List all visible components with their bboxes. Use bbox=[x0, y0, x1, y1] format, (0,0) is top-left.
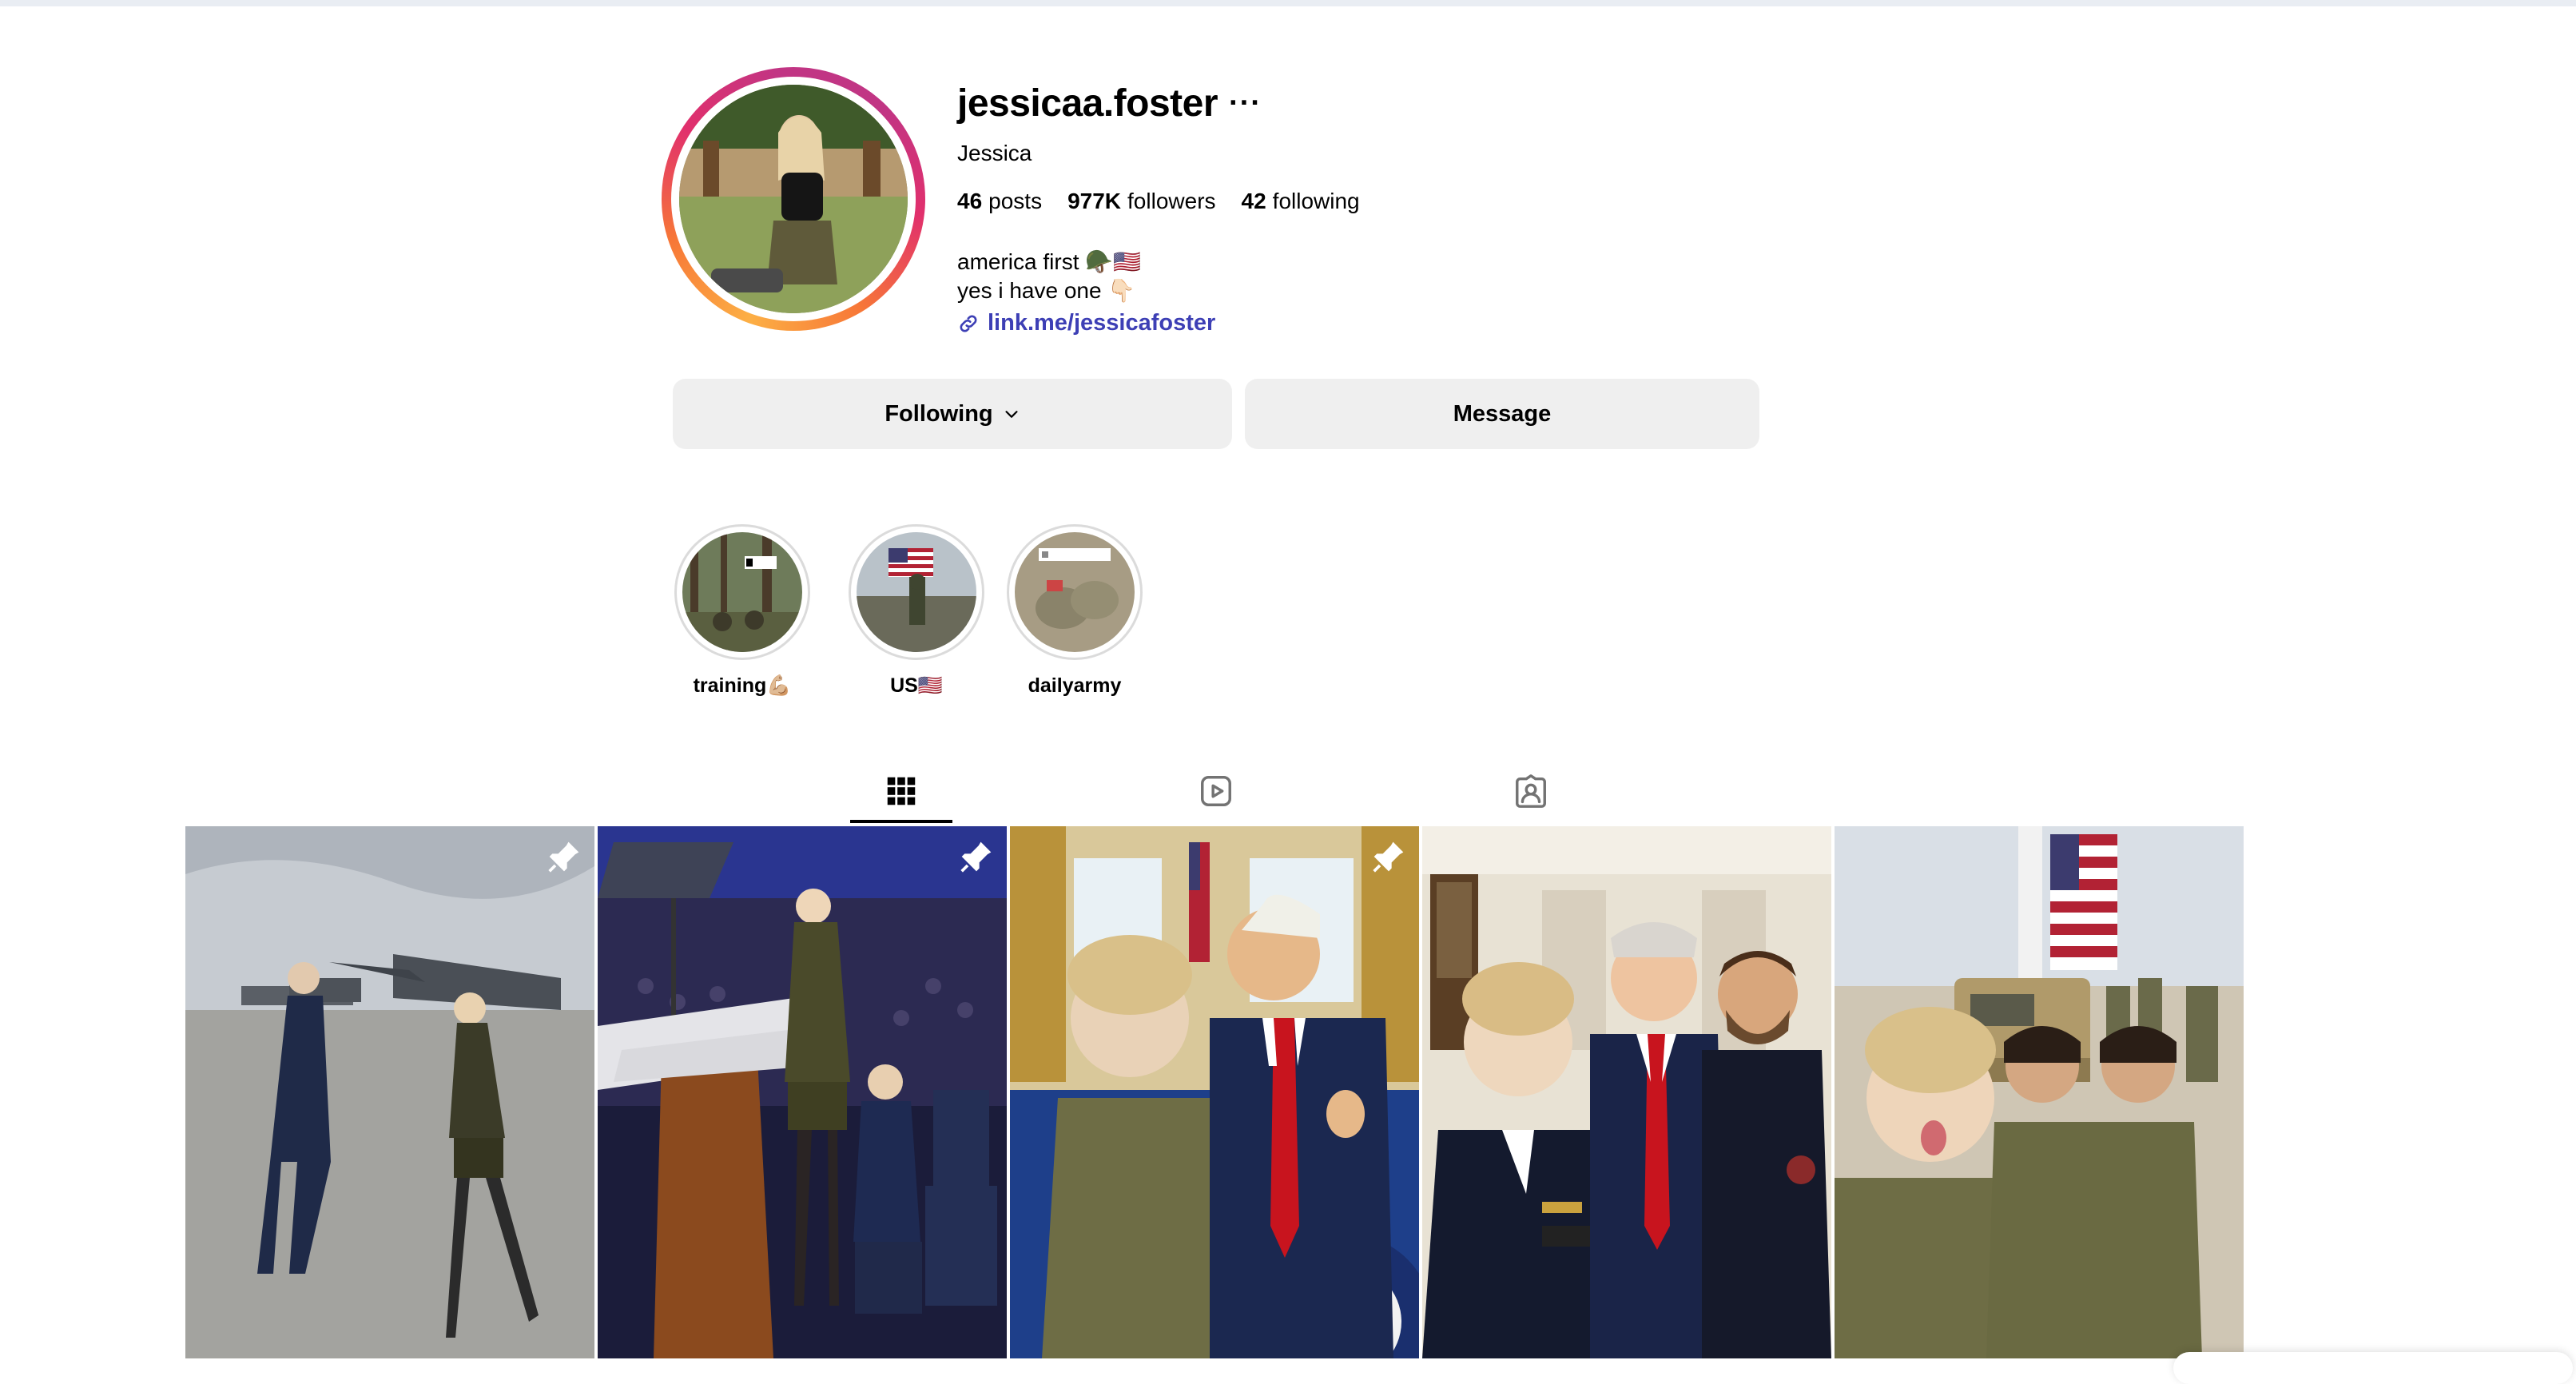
bio-line: yes i have one 👇🏻 bbox=[957, 278, 1136, 303]
profile-full-name: Jessica bbox=[957, 141, 1032, 165]
profile-link-text: link.me/jessicafoster bbox=[988, 310, 1216, 336]
tagged-icon bbox=[1516, 774, 1546, 808]
post-image bbox=[1422, 826, 1831, 1358]
avatar-image bbox=[679, 85, 908, 313]
highlight-us-image bbox=[857, 532, 976, 652]
highlight-cover bbox=[1015, 532, 1135, 652]
chevron-down-icon bbox=[1005, 411, 1018, 418]
reels-icon bbox=[1201, 776, 1231, 806]
message-button[interactable]: Message bbox=[1245, 379, 1759, 449]
followers-count[interactable]: 977K followers bbox=[1067, 189, 1215, 214]
bio-line: america first 🪖🇺🇸 bbox=[957, 249, 1141, 274]
highlight-us[interactable]: US🇺🇸 bbox=[841, 524, 992, 698]
highlight-training-image bbox=[682, 532, 802, 652]
message-button-label: Message bbox=[1453, 400, 1552, 427]
highlight-label: training💪🏼 bbox=[693, 674, 792, 697]
highlight-cover bbox=[857, 532, 976, 652]
post-tile[interactable] bbox=[1835, 826, 2244, 1358]
highlight-dailyarmy[interactable]: dailyarmy bbox=[999, 524, 1151, 698]
highlight-label: US🇺🇸 bbox=[890, 674, 943, 697]
highlight-label: dailyarmy bbox=[1028, 674, 1122, 697]
browser-top-border bbox=[0, 0, 2576, 6]
followers-count-label: followers bbox=[1127, 189, 1216, 213]
post-tile[interactable] bbox=[185, 826, 594, 1358]
pinned-icon bbox=[1373, 841, 1404, 873]
following-count-value: 42 bbox=[1241, 189, 1266, 213]
more-options-button[interactable]: ··· bbox=[1229, 88, 1262, 118]
grid-icon bbox=[887, 777, 916, 805]
highlight-ring bbox=[674, 524, 810, 660]
tab-tagged[interactable] bbox=[1467, 759, 1595, 823]
floating-panel-edge bbox=[2173, 1352, 2573, 1384]
posts-grid bbox=[185, 826, 2244, 1358]
highlight-ring bbox=[1007, 524, 1143, 660]
post-tile[interactable] bbox=[1010, 826, 1419, 1358]
post-image bbox=[1835, 826, 2244, 1358]
following-count[interactable]: 42 following bbox=[1242, 189, 1360, 214]
post-tile[interactable] bbox=[1422, 826, 1831, 1358]
pinned-icon bbox=[548, 841, 579, 873]
highlight-cover bbox=[682, 532, 802, 652]
pinned-icon bbox=[960, 841, 992, 873]
posts-count-value: 46 bbox=[957, 189, 983, 213]
posts-count: 46 posts bbox=[957, 189, 1042, 214]
active-tab-indicator bbox=[850, 820, 952, 823]
profile-stats: 46 posts 977K followers 42 following bbox=[957, 189, 1360, 214]
following-count-label: following bbox=[1272, 189, 1360, 213]
profile-bio: america first 🪖🇺🇸 yes i have one 👇🏻 bbox=[957, 248, 1141, 305]
highlight-dailyarmy-image bbox=[1015, 532, 1135, 652]
post-tile[interactable] bbox=[598, 826, 1007, 1358]
following-button[interactable]: Following bbox=[673, 379, 1232, 449]
post-image bbox=[1010, 826, 1419, 1358]
following-button-label: Following bbox=[885, 400, 993, 427]
link-icon bbox=[960, 315, 977, 332]
profile-link[interactable]: link.me/jessicafoster bbox=[957, 310, 1215, 336]
post-image bbox=[185, 826, 594, 1358]
followers-count-value: 977K bbox=[1067, 189, 1122, 213]
highlight-ring bbox=[849, 524, 984, 660]
highlight-training[interactable]: training💪🏼 bbox=[666, 524, 818, 698]
avatar[interactable] bbox=[679, 85, 908, 313]
tab-posts[interactable] bbox=[837, 759, 965, 823]
profile-username: jessicaa.foster bbox=[957, 82, 1218, 125]
post-image bbox=[598, 826, 1007, 1358]
posts-count-label: posts bbox=[988, 189, 1043, 213]
tab-reels[interactable] bbox=[1152, 759, 1280, 823]
